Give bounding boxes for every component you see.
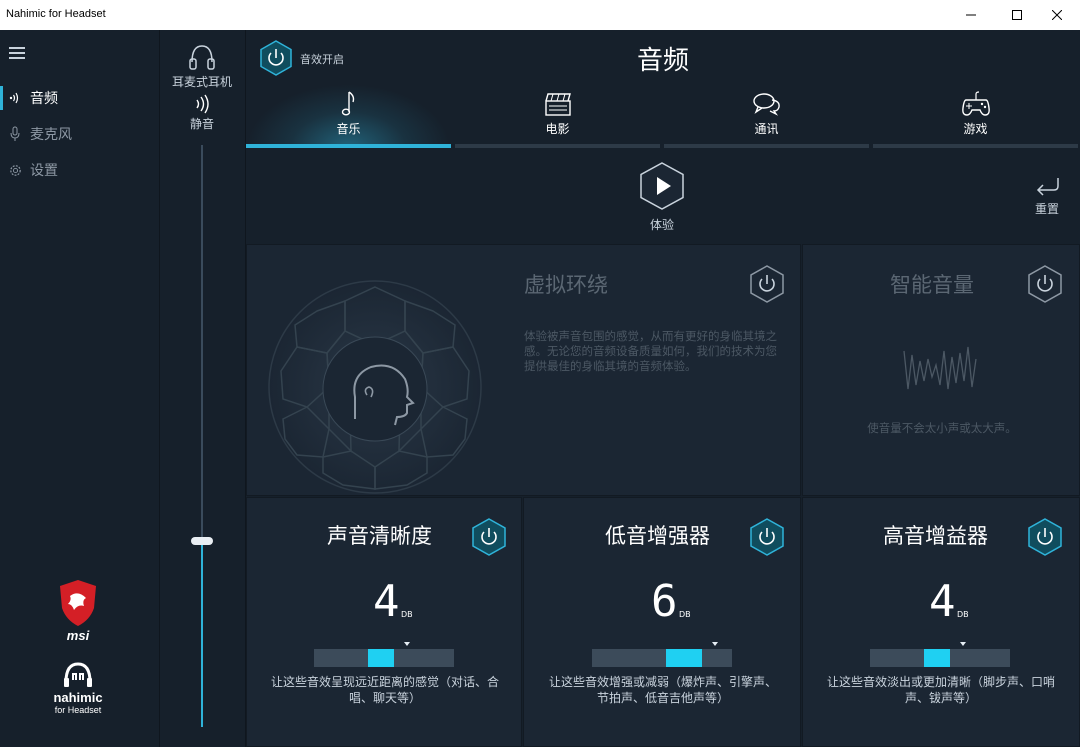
virtual-surround-panel: 虚拟环绕 体验被声音包围的感觉，从而有更好的身临其境之感。无论您的音频设备质量如… — [246, 244, 801, 496]
treble-value: 4 — [929, 576, 956, 627]
treble-slider-fill — [924, 649, 950, 667]
panel-title: 声音清晰度 — [327, 524, 432, 548]
tab-movie[interactable]: 电影 — [455, 84, 660, 148]
sound-waves-icon[interactable] — [194, 94, 210, 114]
nav-item-label: 设置 — [30, 163, 58, 179]
gamepad-icon — [873, 88, 1078, 120]
clarity-slider-marker — [404, 642, 410, 646]
reset-icon[interactable] — [1034, 176, 1060, 198]
smart-volume-power-button[interactable] — [1028, 265, 1062, 303]
bass-description: 让这些音效增强或减弱（爆炸声、引擎声、节拍声、低音吉他声等） — [548, 675, 777, 705]
volume-column: 耳麦式耳机 静音 — [160, 30, 246, 747]
clarity-power-button[interactable] — [472, 518, 506, 556]
reset-button[interactable]: 重置 — [1026, 200, 1068, 217]
bass-slider-marker — [712, 642, 718, 646]
nav-item-microphone[interactable]: 麦克风 — [0, 116, 158, 152]
audio-wave-icon — [0, 80, 30, 116]
page-title: 音频 — [636, 46, 689, 76]
nav-item-audio[interactable]: 音频 — [0, 80, 158, 116]
tab-gaming[interactable]: 游戏 — [873, 84, 1078, 148]
maximize-icon — [1012, 10, 1022, 20]
tab-communication[interactable]: 通讯 — [664, 84, 869, 148]
panel-title: 智能音量 — [890, 273, 974, 297]
tab-underline — [664, 144, 869, 148]
panel-description: 体验被声音包围的感觉，从而有更好的身临其境之感。无论您的音频设备质量如何，我们的… — [524, 329, 777, 373]
minimize-icon — [966, 14, 976, 16]
surround-power-button[interactable] — [750, 265, 784, 303]
bass-value: 6 — [651, 576, 678, 627]
clarity-slider-fill — [368, 649, 394, 667]
voice-clarity-panel: 声音清晰度 4 DB 让这些音效呈现远近距离的感觉（对话、合唱、聊天等） — [246, 497, 522, 747]
tab-label: 音乐 — [336, 122, 361, 136]
bass-unit: DB — [679, 610, 691, 619]
tab-label: 通讯 — [754, 122, 779, 136]
panel-title: 虚拟环绕 — [524, 273, 608, 297]
treble-unit: DB — [957, 610, 969, 619]
treble-slider-marker — [960, 642, 966, 646]
close-button[interactable] — [1034, 0, 1080, 30]
panel-description: 使音量不会太小声或太大声。 — [867, 421, 1017, 435]
tab-label: 游戏 — [963, 122, 988, 136]
clarity-slider[interactable] — [314, 642, 454, 667]
clarity-description: 让这些音效呈现远近距离的感觉（对话、合唱、聊天等） — [270, 675, 499, 705]
nahimic-logo: nahimic for Headset — [40, 660, 116, 740]
close-icon — [1052, 10, 1062, 20]
left-nav: 音频 麦克风 设置 msi nahimic for Headset — [0, 30, 160, 747]
play-preview-label: 体验 — [649, 218, 674, 232]
profile-tabs: 音乐 电影 通讯 游戏 — [246, 84, 1080, 148]
treble-slider[interactable] — [870, 642, 1010, 667]
tab-music[interactable]: 音乐 — [246, 84, 451, 148]
nahimic-brand-text: nahimic — [53, 690, 103, 705]
mute-button[interactable]: 静音 — [160, 115, 244, 132]
hamburger-menu-icon[interactable] — [9, 47, 25, 59]
treble-power-button[interactable] — [1028, 518, 1062, 556]
panel-title: 低音增强器 — [605, 524, 710, 548]
device-label: 耳麦式耳机 — [171, 75, 232, 89]
gear-icon — [0, 152, 30, 188]
title-bar: Nahimic for Headset — [0, 0, 1080, 30]
msi-logo-text: msi — [67, 628, 90, 643]
panel-title: 高音增益器 — [883, 524, 988, 548]
bass-slider[interactable] — [592, 642, 732, 667]
bass-power-button[interactable] — [750, 518, 784, 556]
bass-slider-fill — [666, 649, 702, 667]
tab-underline — [246, 144, 451, 148]
nahimic-brand-sub: for Headset — [54, 705, 102, 715]
clarity-value: 4 — [373, 576, 400, 627]
bass-boost-panel: 低音增强器 6 DB 让这些音效增强或减弱（爆炸声、引擎声、节拍声、低音吉他声等… — [523, 497, 801, 747]
nav-item-label: 音频 — [30, 91, 58, 107]
surround-sphere-illustration — [268, 280, 482, 494]
headset-icon — [187, 42, 217, 72]
volume-slider-thumb[interactable] — [191, 537, 213, 545]
window-title: Nahimic for Headset — [6, 8, 106, 20]
nav-item-label: 麦克风 — [30, 127, 72, 143]
tab-label: 电影 — [545, 122, 570, 136]
treble-description: 让这些音效淡出或更加清晰（脚步声、口哨声、钹声等） — [826, 675, 1055, 705]
waveform-icon — [903, 346, 977, 390]
active-indicator — [0, 86, 3, 110]
tab-underline — [455, 144, 660, 148]
clapperboard-icon — [455, 88, 660, 120]
volume-slider-track[interactable] — [201, 145, 203, 727]
play-preview-button[interactable] — [640, 162, 684, 210]
tab-underline — [873, 144, 1078, 148]
treble-boost-panel: 高音增益器 4 DB 让这些音效淡出或更加清晰（脚步声、口哨声、钹声等） — [802, 497, 1080, 747]
minimize-button[interactable] — [948, 0, 994, 30]
main-content: 音效开启 音频 音乐 电影 通讯 游戏 体验 重置 虚拟环绕 体验被声音包围的感… — [246, 30, 1080, 747]
chat-bubbles-icon — [664, 88, 869, 120]
clarity-unit: DB — [401, 610, 413, 619]
nav-item-settings[interactable]: 设置 — [0, 152, 158, 188]
smart-volume-panel: 智能音量 使音量不会太小声或太大声。 — [802, 244, 1080, 496]
music-note-icon — [246, 88, 451, 120]
msi-logo: msi — [48, 578, 108, 644]
microphone-icon — [0, 116, 30, 152]
